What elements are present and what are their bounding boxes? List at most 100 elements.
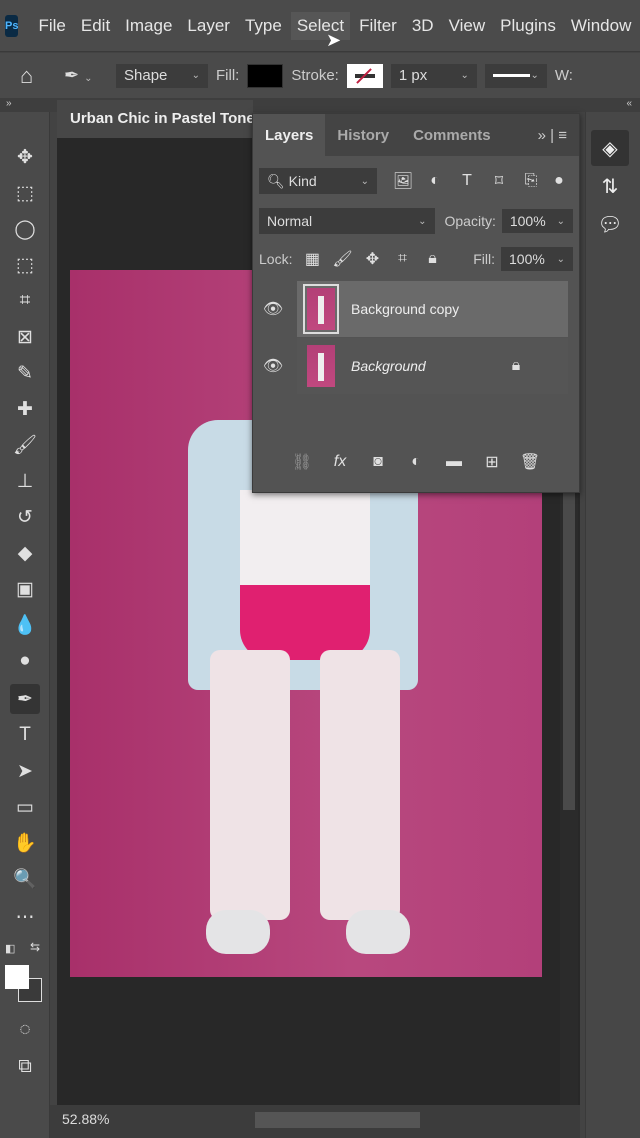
filter-kind-dropdown[interactable]: 🔍︎ Kind ⌄ (259, 168, 377, 194)
filter-smart-object-icon[interactable]: ⎘ (519, 172, 543, 190)
opacity-input[interactable]: 100% ⌄ (501, 209, 573, 233)
eraser-tool-icon[interactable]: ◆ (10, 538, 40, 568)
gradient-tool-icon[interactable]: ▣ (10, 574, 40, 604)
blur-tool-icon[interactable]: 💧 (10, 610, 40, 640)
fill-value: 100% (509, 251, 545, 267)
zoom-level[interactable]: 52.88% (62, 1111, 109, 1127)
link-layers-icon[interactable]: ⛓ (290, 452, 314, 472)
lock-position-icon[interactable]: ✥ (360, 249, 384, 269)
zoom-tool-icon[interactable]: 🔍 (10, 864, 40, 894)
options-bar: ⌂ ✒ ⌄ Shape ⌄ Fill: Stroke: 1 px ⌄ ⌄ W: (0, 53, 640, 98)
layer-thumbnail (307, 345, 335, 387)
document-tab[interactable]: Urban Chic in Pastel Tones (57, 100, 253, 138)
opacity-value: 100% (509, 213, 546, 229)
menu-plugins[interactable]: Plugins (494, 12, 562, 40)
layers-panel-icon[interactable]: ◈ (591, 130, 629, 166)
left-leg (210, 650, 290, 920)
lasso-tool-icon[interactable]: ◯ (10, 214, 40, 244)
horizontal-scrollbar[interactable] (255, 1112, 420, 1128)
add-mask-icon[interactable]: ◙ (366, 453, 390, 471)
tab-history[interactable]: History (325, 114, 401, 156)
more-tools-icon[interactable]: ⋯ (10, 902, 40, 932)
menu-layer[interactable]: Layer (181, 12, 236, 40)
crop-tool-icon[interactable]: ⌗ (10, 286, 40, 316)
screen-mode-icon[interactable]: ⧉ (10, 1052, 40, 1082)
brush-tool-icon[interactable]: 🖌 (10, 430, 40, 460)
visibility-eye-icon[interactable]: 👁︎ (261, 356, 285, 376)
stroke-swatch[interactable] (346, 63, 383, 88)
menu-filter[interactable]: Filter (353, 12, 403, 40)
layer-row[interactable]: 👁︎ Background 🔒︎ (253, 338, 568, 394)
new-layer-icon[interactable]: ⊞ (480, 452, 504, 472)
type-tool-icon[interactable]: T (10, 720, 40, 750)
pen-tool-preset-icon[interactable]: ✒ ⌄ (64, 65, 108, 86)
expand-tools-icon[interactable]: » (6, 98, 12, 109)
menu-edit[interactable]: Edit (75, 12, 116, 40)
history-brush-tool-icon[interactable]: ↺ (10, 502, 40, 532)
tool-mode-dropdown[interactable]: Shape ⌄ (116, 63, 208, 88)
clone-stamp-tool-icon[interactable]: ⊥ (10, 466, 40, 496)
panel-menu-icon[interactable]: » | ≡ (538, 127, 579, 144)
stroke-type-dropdown[interactable]: ⌄ (484, 63, 547, 88)
collapse-panels-icon[interactable]: « (626, 98, 632, 109)
menu-window[interactable]: Window (565, 12, 637, 40)
filter-shape-icon[interactable]: ⌑ (487, 171, 511, 191)
layer-row[interactable]: 👁︎ Background copy (253, 281, 568, 337)
swap-colors-icon[interactable]: ⇆ (30, 940, 40, 954)
shirt (240, 490, 370, 590)
menu-view[interactable]: View (443, 12, 492, 40)
layer-name[interactable]: Background (351, 358, 426, 374)
menu-select[interactable]: Select (290, 11, 351, 40)
layers-panel: Layers History Comments » | ≡ 🔍︎ Kind ⌄ 🖼… (252, 113, 580, 493)
lock-artboard-icon[interactable]: ⌗ (390, 250, 414, 268)
menu-3d[interactable]: 3D (406, 12, 440, 40)
lock-transparent-icon[interactable]: ▦ (300, 249, 324, 269)
healing-brush-tool-icon[interactable]: ✚ (10, 394, 40, 424)
rectangle-tool-icon[interactable]: ▭ (10, 792, 40, 822)
pen-tool-icon[interactable]: ✒ (10, 684, 40, 714)
hand-tool-icon[interactable]: ✋ (10, 828, 40, 858)
quick-mask-icon[interactable]: ◌ (10, 1015, 40, 1045)
lock-label: Lock: (259, 251, 293, 267)
tab-comments[interactable]: Comments (401, 114, 503, 156)
menu-file[interactable]: File (32, 12, 71, 40)
filter-pixel-icon[interactable]: 🖼︎ (391, 171, 415, 191)
menu-image[interactable]: Image (119, 12, 178, 40)
frame-tool-icon[interactable]: ⊠ (10, 322, 40, 352)
foreground-color-swatch[interactable] (5, 965, 29, 989)
layer-lock-icon[interactable]: 🔒︎ (504, 357, 528, 375)
layer-style-fx-icon[interactable]: fx (328, 453, 352, 471)
menu-bar: Ps File Edit Image Layer Type Select Fil… (0, 0, 640, 52)
fill-label: Fill: (473, 251, 495, 267)
default-colors-icon[interactable]: ◧ (5, 942, 15, 955)
filter-kind-value: 🔍︎ Kind (267, 172, 317, 189)
menu-type[interactable]: Type (239, 12, 288, 40)
delete-layer-icon[interactable]: 🗑︎ (518, 452, 542, 472)
fill-input[interactable]: 100% ⌄ (501, 247, 573, 271)
shorts (240, 585, 370, 660)
path-selection-tool-icon[interactable]: ➤ (10, 756, 40, 786)
filter-adjustment-icon[interactable]: ◐ (423, 172, 447, 190)
fill-swatch[interactable] (247, 63, 284, 88)
history-panel-icon[interactable]: ⇅ (591, 168, 629, 204)
move-tool-icon[interactable]: ✥ (10, 142, 40, 172)
new-group-icon[interactable]: ▬ (442, 453, 466, 471)
filter-toggle-icon[interactable]: ● (547, 172, 571, 190)
filter-type-icon[interactable]: T (455, 172, 479, 190)
layer-thumbnail (303, 284, 339, 334)
layer-name[interactable]: Background copy (351, 301, 459, 317)
object-selection-tool-icon[interactable]: ⬚ (10, 250, 40, 280)
home-icon[interactable]: ⌂ (20, 63, 56, 89)
dodge-tool-icon[interactable]: ● (10, 646, 40, 676)
visibility-eye-icon[interactable]: 👁︎ (261, 299, 285, 319)
lock-all-icon[interactable]: 🔒︎ (420, 250, 444, 268)
marquee-tool-icon[interactable]: ⬚ (10, 178, 40, 208)
comments-panel-icon[interactable]: 💬︎ (591, 206, 629, 242)
new-adjustment-layer-icon[interactable]: ◐ (404, 453, 428, 471)
lock-pixels-icon[interactable]: 🖌︎ (330, 249, 354, 269)
tab-layers[interactable]: Layers (253, 114, 326, 156)
eyedropper-tool-icon[interactable]: ✎ (10, 358, 40, 388)
vertical-scrollbar[interactable] (560, 490, 578, 1105)
stroke-width-input[interactable]: 1 px ⌄ (390, 63, 477, 88)
blend-mode-dropdown[interactable]: Normal ⌄ (259, 208, 435, 234)
